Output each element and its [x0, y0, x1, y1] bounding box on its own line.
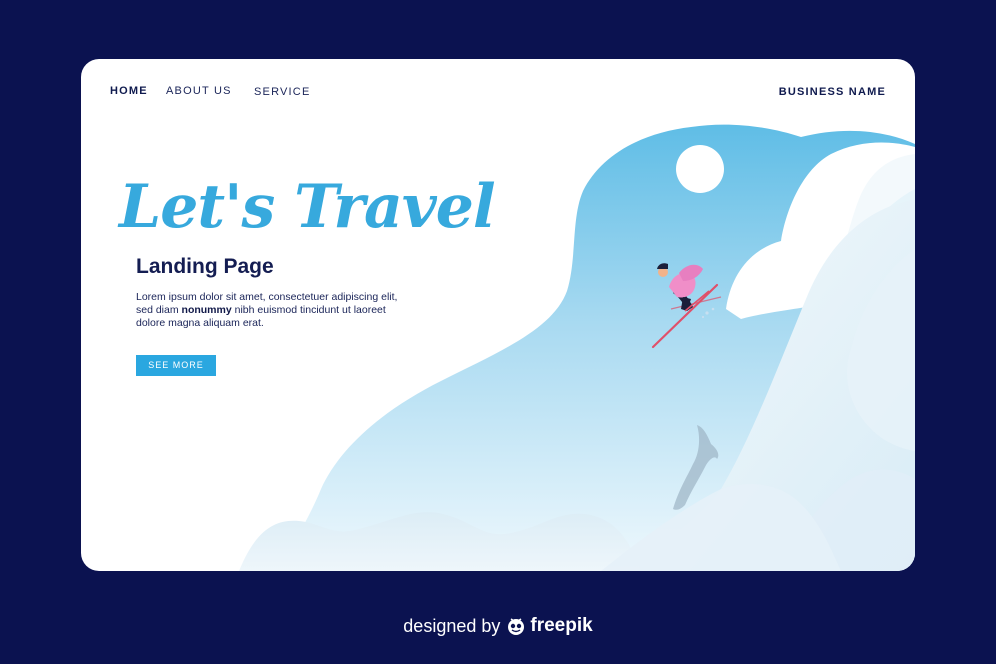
designed-by-text: designed by: [403, 615, 501, 636]
sun-icon: [676, 145, 724, 193]
hero-title: Let's Travel: [119, 172, 496, 242]
landing-card: HOME ABOUT US SERVICE BUSINESS NAME Let'…: [81, 59, 915, 571]
hero-body-bold: nonummy: [181, 304, 232, 316]
hills-shape: [239, 512, 641, 571]
see-more-button[interactable]: SEE MORE: [136, 355, 216, 376]
freepik-brand-text: freepik: [530, 615, 593, 636]
designer-credit: designed by freepik: [0, 612, 996, 640]
business-name-logo[interactable]: BUSINESS NAME: [779, 86, 886, 98]
nav-service-link[interactable]: SERVICE: [254, 86, 311, 98]
nav-home-link[interactable]: HOME: [110, 85, 148, 97]
hero-body-text: Lorem ipsum dolor sit amet, consectetuer…: [136, 291, 406, 330]
nav-about-link[interactable]: ABOUT US: [166, 85, 232, 97]
freepik-logo-icon: [506, 616, 526, 636]
hero-subtitle: Landing Page: [136, 255, 274, 278]
